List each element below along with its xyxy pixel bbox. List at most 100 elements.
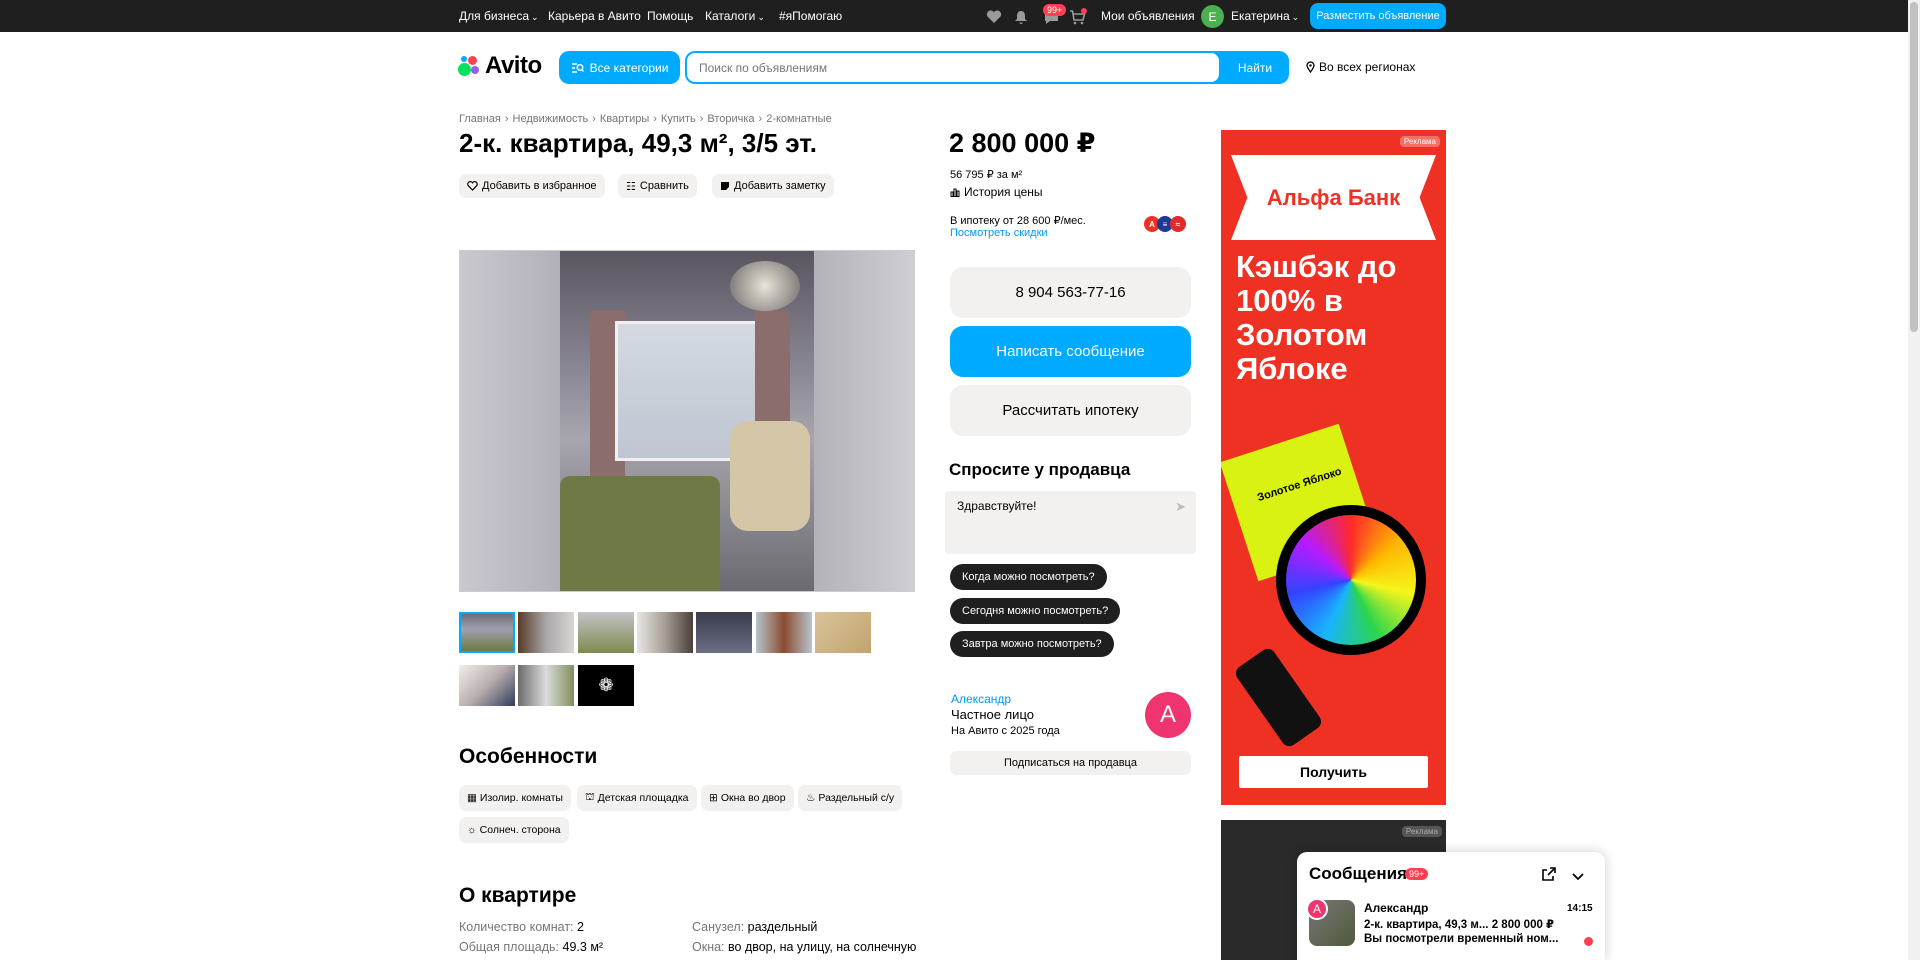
notifications-bell-icon[interactable] (1012, 8, 1030, 26)
subscribe-seller-button[interactable]: Подписаться на продавца (950, 751, 1191, 775)
ad-get-button[interactable]: Получить (1239, 756, 1428, 788)
thumbnail[interactable] (637, 612, 693, 653)
seller-name-link[interactable]: Александр (951, 692, 1011, 706)
breadcrumb-item[interactable]: Вторичка (707, 113, 754, 125)
message-textarea[interactable]: Здравствуйте! ➤ (945, 491, 1196, 554)
compare-button[interactable]: ☷ Сравнить (618, 174, 697, 198)
room-image (560, 251, 816, 591)
add-note-label: Добавить заметку (734, 180, 826, 192)
price-history-icon (950, 188, 960, 197)
user-name: Екатерина (1231, 9, 1290, 23)
all-categories-button[interactable]: Все категории (559, 51, 680, 84)
search-button[interactable]: Найти (1221, 51, 1289, 84)
thumbnail[interactable] (459, 665, 515, 706)
chat-avatar: А (1306, 898, 1328, 920)
logo-text: Avito (485, 52, 542, 79)
feature-chip: ☼ Солнеч. сторона (459, 817, 569, 843)
ad-label: Реклама (1401, 826, 1442, 837)
post-ad-button[interactable]: Разместить объявление (1310, 3, 1446, 29)
help-link[interactable]: Помощь (647, 9, 693, 23)
messenger-title: Сообщения (1309, 864, 1407, 883)
breadcrumb-item[interactable]: Квартиры (600, 113, 649, 125)
thumbnail[interactable] (518, 665, 574, 706)
send-icon[interactable]: ➤ (1175, 499, 1186, 515)
breadcrumb-separator: › (504, 113, 509, 125)
chat-subject: 2-к. квартира, 49,3 м... 2 800 000 ₽ (1364, 917, 1554, 931)
thumbnail[interactable] (696, 612, 752, 653)
panorama-thumbnail[interactable]: ❁ (578, 665, 634, 706)
catalogs-menu[interactable]: Каталоги ⌄ (705, 9, 765, 23)
feature-label: Раздельный с/у (818, 792, 895, 804)
feature-chip: ♨ Раздельный с/у (798, 785, 903, 811)
scrollbar-thumb[interactable] (1910, 2, 1918, 332)
thumbnail[interactable] (815, 612, 871, 653)
thumbnail[interactable] (578, 612, 634, 653)
helping-link[interactable]: #яПомогаю (779, 9, 842, 23)
spec-value: 2 (577, 920, 584, 934)
write-message-button[interactable]: Написать сообщение (950, 326, 1191, 377)
note-icon (721, 182, 729, 190)
chat-last-message: Вы посмотрели временный ном... (1364, 933, 1559, 945)
feature-label: Окна во двор (720, 792, 786, 804)
thumbnail[interactable] (756, 612, 812, 653)
avito-logo[interactable]: Avito (458, 52, 542, 80)
price-per-meter: 56 795 ₽ за м² (950, 169, 1023, 181)
page-scrollbar[interactable] (1908, 0, 1920, 960)
breadcrumb-item[interactable]: Купить (661, 113, 696, 125)
rooms-icon: ▦ (467, 792, 477, 804)
my-ads-link[interactable]: Мои объявления (1101, 9, 1195, 23)
breadcrumb-separator: › (758, 113, 763, 125)
thumbnail[interactable] (518, 612, 574, 653)
chandelier-shape (730, 261, 800, 311)
categories-search-icon (571, 62, 584, 73)
show-phone-button[interactable]: 8 904 563-77-16 (950, 267, 1191, 318)
lipstick-shape (1232, 645, 1325, 750)
spec-label: Общая площадь: (459, 940, 560, 954)
search-input[interactable] (687, 53, 1219, 82)
add-favorite-label: Добавить в избранное (482, 180, 597, 192)
business-menu[interactable]: Для бизнеса ⌄ (459, 9, 539, 23)
career-link[interactable]: Карьера в Авито (548, 9, 641, 23)
bank-icon: ≈ (1170, 216, 1186, 232)
favorites-heart-icon[interactable] (985, 8, 1003, 26)
breadcrumb-separator: › (699, 113, 704, 125)
user-avatar[interactable]: E (1201, 5, 1224, 28)
breadcrumb-item[interactable]: Недвижимость (513, 113, 589, 125)
compare-icon: ☷ (626, 180, 636, 193)
quick-question-button[interactable]: Сегодня можно посмотреть? (950, 598, 1121, 624)
catalogs-label: Каталоги (705, 9, 756, 23)
thumbnail[interactable] (459, 612, 515, 653)
add-note-button[interactable]: Добавить заметку (712, 174, 834, 198)
search-bar: Найти (685, 51, 1289, 84)
compare-label: Сравнить (639, 180, 689, 192)
breadcrumb-item[interactable]: 2-комнатные (766, 113, 831, 125)
user-menu[interactable]: Екатерина ⌄ (1231, 9, 1299, 23)
spec-value: раздельный (747, 920, 818, 934)
main-photo[interactable] (459, 250, 915, 592)
see-discounts-link[interactable]: Посмотреть скидки (950, 227, 1048, 239)
quick-question-button[interactable]: Завтра можно посмотреть? (950, 631, 1114, 657)
collapse-chevron-icon[interactable] (1571, 869, 1585, 887)
quick-question-button[interactable]: Когда можно посмотреть? (950, 564, 1107, 590)
features-heading: Особенности (459, 745, 598, 768)
location-pin-icon (1306, 61, 1315, 73)
region-selector[interactable]: Во всех регионах (1306, 60, 1415, 74)
add-favorite-button[interactable]: Добавить в избранное (459, 174, 605, 198)
feature-label: Изолир. комнаты (479, 792, 563, 804)
photo-blur-right (814, 251, 914, 591)
price-history-link[interactable]: История цены (950, 185, 1043, 199)
breadcrumb-item[interactable]: Главная (459, 113, 501, 125)
chevron-down-icon: ⌄ (531, 12, 539, 22)
chat-time: 14:15 (1567, 903, 1593, 914)
chat-name[interactable]: Александр (1364, 901, 1428, 915)
panorama-icon: ❁ (598, 675, 614, 695)
seller-avatar[interactable]: А (1145, 692, 1191, 738)
sofa-shape (560, 476, 720, 591)
spec-label: Окна: (692, 940, 725, 954)
spec-label: Санузел: (692, 920, 745, 934)
ad-banner[interactable]: Реклама Альфа Банк Кэшбэк до 100% в Золо… (1221, 130, 1446, 805)
playground-icon: ⛫ (585, 791, 595, 803)
spec-rooms: Количество комнат: 2 (459, 920, 584, 934)
open-external-icon[interactable] (1541, 866, 1557, 887)
calculate-mortgage-button[interactable]: Рассчитать ипотеку (950, 385, 1191, 436)
